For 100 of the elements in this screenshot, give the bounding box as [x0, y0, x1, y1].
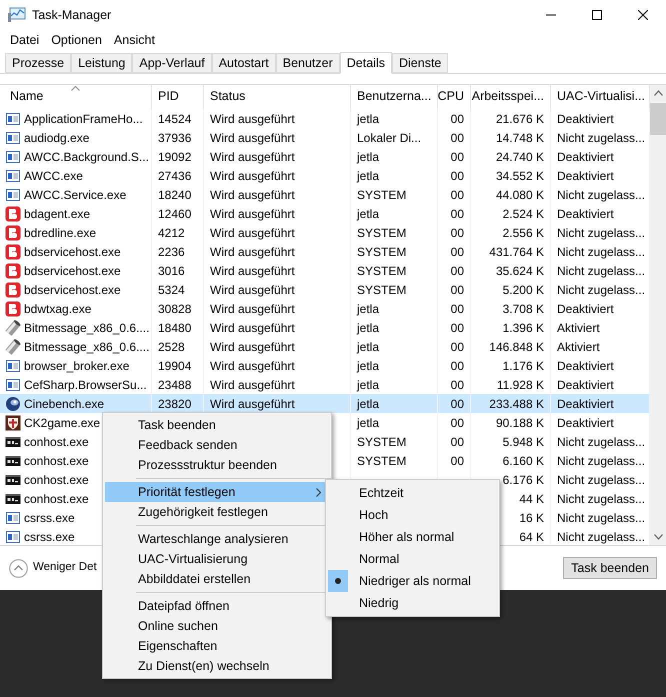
process-name: AWCC.Background.S...	[24, 148, 149, 166]
table-cell-text: 5.200 K	[502, 282, 544, 298]
process-name: ApplicationFrameHo...	[24, 110, 143, 128]
table-cell-text: Lokaler Di...	[357, 130, 422, 146]
table-cell-text: 00	[450, 434, 464, 450]
table-cell-text: 24.740 K	[496, 148, 544, 166]
table-cell-text: Wird ausgeführt	[210, 206, 295, 222]
table-cell-text: Deaktiviert	[557, 300, 614, 318]
table-cell-text: Deaktiviert	[557, 376, 614, 394]
table-cell-text: 00	[450, 414, 464, 432]
table-cell-text: 6.176 K	[502, 472, 544, 488]
table-cell-text: 00	[450, 206, 464, 222]
table-cell-text: jetla	[357, 110, 380, 128]
process-name: bdservicehost.exe	[24, 282, 121, 298]
table-cell-text: SYSTEM	[357, 282, 406, 298]
table-cell-text: 19092	[158, 148, 192, 166]
table-cell-text: 11.928 K	[496, 376, 544, 394]
table-cell-text: Nicht zugelass...	[557, 262, 646, 280]
table-cell-text: 00	[450, 452, 464, 470]
table-cell-text: 18240	[158, 186, 192, 204]
table-cell-text: 1.176 K	[502, 358, 544, 374]
table-cell-text: 00	[450, 376, 464, 394]
table-cell-text: 00	[450, 130, 464, 146]
table-cell-text: Wird ausgeführt	[210, 358, 295, 374]
table-cell-text: Aktiviert	[557, 320, 600, 336]
table-cell-text: jetla	[357, 206, 380, 222]
process-name: csrss.exe	[24, 528, 75, 546]
table-cell-text: jetla	[357, 320, 380, 336]
table-cell-text: 233.488 K	[489, 396, 544, 412]
table-cell-text: 34.552 K	[496, 168, 544, 184]
table-cell-text: Wird ausgeführt	[210, 396, 295, 412]
table-cell-text: 00	[450, 338, 464, 356]
table-cell-text: 30828	[158, 300, 192, 318]
table-cell-text: Nicht zugelass...	[557, 130, 646, 146]
process-name: Cinebench.exe	[24, 396, 104, 412]
table-cell-text: Deaktiviert	[557, 414, 614, 432]
table-cell-text: 00	[450, 282, 464, 298]
table-cell-text: SYSTEM	[357, 244, 406, 260]
table-cell-text: Wird ausgeführt	[210, 148, 295, 166]
table-cell-text: 00	[450, 186, 464, 204]
table-cell-text: Aktiviert	[557, 338, 600, 356]
table-cell-text: 5324	[158, 282, 185, 298]
process-name: csrss.exe	[24, 510, 75, 526]
table-cell-text: SYSTEM	[357, 224, 406, 242]
process-name: Bitmessage_x86_0.6....	[24, 338, 150, 356]
table-cell-text: 27436	[158, 168, 192, 184]
table-cell-text: 44 K	[519, 490, 544, 508]
table-cell-text: jetla	[357, 148, 380, 166]
table-cell-text: 6.160 K	[502, 452, 544, 470]
table-cell-text: Wird ausgeführt	[210, 244, 295, 260]
process-name: CefSharp.BrowserSu...	[24, 376, 147, 394]
process-name: bdservicehost.exe	[24, 244, 121, 260]
table-cell-text: 2.556 K	[502, 224, 544, 242]
table-cell-text: SYSTEM	[357, 262, 406, 280]
table-cell-text: jetla	[357, 358, 380, 374]
table-cell-text: jetla	[357, 414, 380, 432]
table-cell-text: SYSTEM	[357, 434, 406, 450]
process-name: conhost.exe	[24, 490, 89, 508]
table-cell-text: 431.764 K	[489, 244, 544, 260]
table-cell-text: Nicht zugelass...	[557, 186, 646, 204]
table-cell-text: 37936	[158, 130, 192, 146]
table-cell-text: SYSTEM	[357, 186, 406, 204]
table-cell-text: 00	[450, 224, 464, 242]
process-name: AWCC.exe	[24, 168, 83, 184]
table-cell-text: 64 K	[519, 528, 544, 546]
process-name: bdservicehost.exe	[24, 262, 121, 280]
table-cell-text: 23820	[158, 396, 192, 412]
table-cell-text: 3016	[158, 262, 185, 280]
process-name: CK2game.exe	[24, 414, 100, 432]
process-name: audiodg.exe	[24, 130, 90, 146]
table-cell-text: Wird ausgeführt	[210, 168, 295, 184]
table-cell-text: 00	[450, 300, 464, 318]
process-name: conhost.exe	[24, 434, 89, 450]
table-cell-text: Nicht zugelass...	[557, 472, 646, 488]
table-cell-text: Wird ausgeführt	[210, 300, 295, 318]
table-cell-text: Wird ausgeführt	[210, 224, 295, 242]
table-cell-text: 1.396 K	[502, 320, 544, 336]
table-cell-text: Nicht zugelass...	[557, 452, 646, 470]
process-name: conhost.exe	[24, 452, 89, 470]
table-cell-text: Nicht zugelass...	[557, 224, 646, 242]
table-cell-text: Wird ausgeführt	[210, 186, 295, 204]
table-cell-text: Wird ausgeführt	[210, 262, 295, 280]
process-name: AWCC.Service.exe	[24, 186, 126, 204]
table-cell-text: 16 K	[519, 510, 544, 526]
table-cell-text: 00	[450, 320, 464, 336]
table-cell-text: 3.708 K	[502, 300, 544, 318]
table-cell-text: Nicht zugelass...	[557, 282, 646, 298]
table-cell-text: jetla	[357, 338, 380, 356]
table-cell-text: Deaktiviert	[557, 358, 614, 374]
process-name: bdwtxag.exe	[24, 300, 92, 318]
table-cell-text: 14.748 K	[496, 130, 544, 146]
table-cell-text: Nicht zugelass...	[557, 528, 646, 546]
table-cell-text: 5.948 K	[502, 434, 544, 450]
table-cell-text: 146.848 K	[489, 338, 544, 356]
process-name: Bitmessage_x86_0.6....	[24, 320, 150, 336]
table-cell-text: 14524	[158, 110, 192, 128]
table-cell-text: 00	[450, 148, 464, 166]
table-cell-text: Deaktiviert	[557, 396, 614, 412]
table-cell-text: jetla	[357, 376, 380, 394]
table-cell-text: Wird ausgeführt	[210, 282, 295, 298]
